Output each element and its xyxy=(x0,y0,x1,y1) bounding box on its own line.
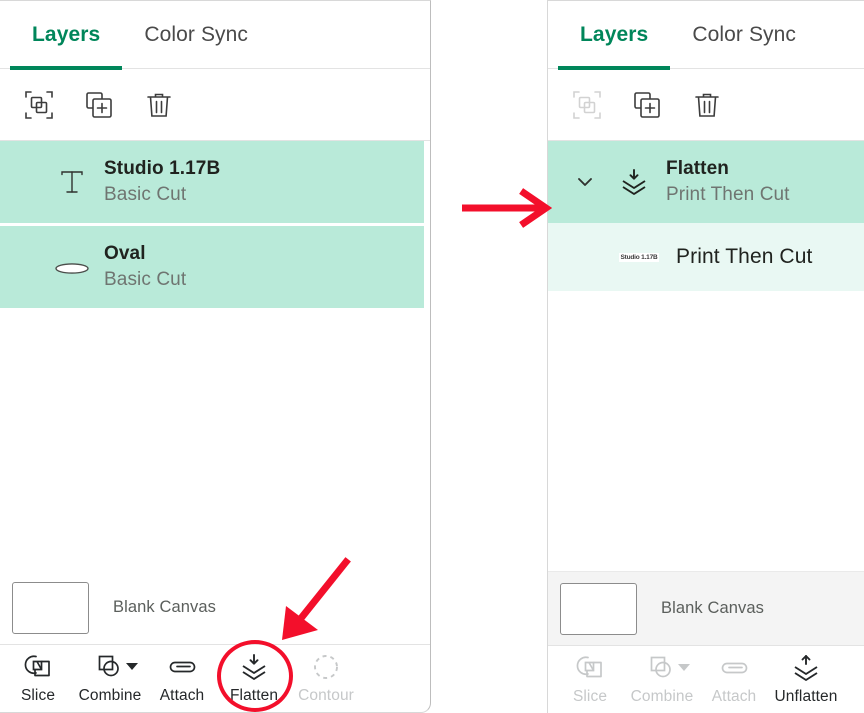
tab-layers-label: Layers xyxy=(32,22,101,46)
unflatten-tool[interactable]: Unflatten xyxy=(770,652,842,706)
delete-icon[interactable] xyxy=(690,88,724,122)
layer-subtitle: Print Then Cut xyxy=(666,184,790,205)
layer-actionbar-left xyxy=(0,69,430,141)
group-icon[interactable] xyxy=(22,88,56,122)
combine-icon xyxy=(647,652,677,684)
canvas-thumbnail xyxy=(560,582,637,635)
contour-tool: Contour xyxy=(290,651,362,705)
canvas-row-left[interactable]: Blank Canvas xyxy=(0,570,430,644)
layer-actionbar-right xyxy=(548,69,864,141)
combine-label: Combine xyxy=(630,688,694,705)
attach-label: Attach xyxy=(711,688,757,705)
combine-icon xyxy=(95,651,125,683)
layer-row-oval[interactable]: Oval Basic Cut xyxy=(0,226,424,308)
transition-arrow-annotation xyxy=(460,186,553,235)
attach-icon xyxy=(718,652,750,684)
thumbnail-text: Studio 1.17B xyxy=(618,252,660,262)
group-icon xyxy=(570,88,604,122)
contour-label: Contour xyxy=(298,687,354,704)
layer-text-studio: Studio 1.17B Basic Cut xyxy=(104,156,220,208)
canvas-thumbnail xyxy=(12,581,89,634)
tab-layers[interactable]: Layers xyxy=(558,1,671,70)
layers-panel-before: Layers Color Sync Studio 1.17B Basic Cut… xyxy=(0,0,431,713)
attach-tool[interactable]: Attach xyxy=(146,651,218,705)
combine-label: Combine xyxy=(78,687,142,704)
canvas-label: Blank Canvas xyxy=(113,598,217,616)
combine-tool: Combine xyxy=(626,652,698,706)
attach-icon xyxy=(166,651,198,683)
layer-text-oval: Oval Basic Cut xyxy=(104,241,186,293)
delete-icon[interactable] xyxy=(142,88,176,122)
tab-layers-label: Layers xyxy=(580,22,649,46)
slice-icon xyxy=(23,651,53,683)
contour-icon xyxy=(311,651,341,683)
duplicate-icon[interactable] xyxy=(82,88,116,122)
slice-label: Slice xyxy=(572,688,608,705)
chevron-down-icon[interactable] xyxy=(126,663,138,670)
unflatten-label: Unflatten xyxy=(774,688,838,705)
canvas-row-right[interactable]: Blank Canvas xyxy=(548,571,864,645)
layer-thumbnail-preview: Studio 1.17B xyxy=(602,252,676,262)
unflatten-icon xyxy=(791,652,821,684)
layer-title: Flatten xyxy=(666,158,729,179)
screenshot-stage: Layers Color Sync Studio 1.17B Basic Cut… xyxy=(0,0,864,713)
layer-row-flatten-group[interactable]: Flatten Print Then Cut xyxy=(548,141,864,223)
panel-tabbar-right: Layers Color Sync xyxy=(548,1,864,70)
tab-color-sync[interactable]: Color Sync xyxy=(670,1,818,69)
layer-row-studio[interactable]: Studio 1.17B Basic Cut xyxy=(0,141,424,223)
layer-title: Studio 1.17B xyxy=(104,158,221,179)
duplicate-icon[interactable] xyxy=(630,88,664,122)
tab-layers[interactable]: Layers xyxy=(10,1,123,70)
slice-icon xyxy=(575,652,605,684)
layer-title: Oval xyxy=(104,243,146,264)
bottom-toolbar-right: Slice Combine Attach Unflatten xyxy=(548,645,864,713)
chevron-down-icon xyxy=(678,664,690,671)
flatten-layer-icon xyxy=(602,167,666,197)
flatten-label: Flatten xyxy=(229,687,279,704)
canvas-label: Blank Canvas xyxy=(661,599,765,617)
panel-tabbar-left: Layers Color Sync xyxy=(0,1,430,70)
bottom-toolbar-left: Slice Combine Attach Flatten Contour xyxy=(0,644,430,712)
child-layer-label: Print Then Cut xyxy=(676,245,813,268)
tab-color-sync-label: Color Sync xyxy=(144,22,249,46)
attach-label: Attach xyxy=(159,687,205,704)
layer-subtitle: Basic Cut xyxy=(104,184,187,205)
tab-color-sync-label: Color Sync xyxy=(692,22,797,46)
slice-tool: Slice xyxy=(554,652,626,706)
tab-color-sync[interactable]: Color Sync xyxy=(122,1,270,69)
oval-layer-icon xyxy=(40,254,104,280)
layer-list-left: Studio 1.17B Basic Cut Oval Basic Cut xyxy=(0,141,430,570)
layer-row-print-then-cut[interactable]: Studio 1.17B Print Then Cut xyxy=(548,223,864,291)
layer-text-flatten: Flatten Print Then Cut xyxy=(666,156,790,208)
combine-tool[interactable]: Combine xyxy=(74,651,146,705)
flatten-icon xyxy=(239,651,269,683)
attach-tool: Attach xyxy=(698,652,770,706)
layer-list-right: Flatten Print Then Cut Studio 1.17B Prin… xyxy=(548,141,864,571)
chevron-down-icon[interactable] xyxy=(568,172,602,192)
layer-subtitle: Basic Cut xyxy=(104,269,187,290)
slice-label: Slice xyxy=(20,687,56,704)
slice-tool[interactable]: Slice xyxy=(2,651,74,705)
layers-panel-after: Layers Color Sync Flatten Print Then Cut… xyxy=(547,0,864,713)
text-layer-icon xyxy=(40,166,104,198)
flatten-tool[interactable]: Flatten xyxy=(218,651,290,705)
